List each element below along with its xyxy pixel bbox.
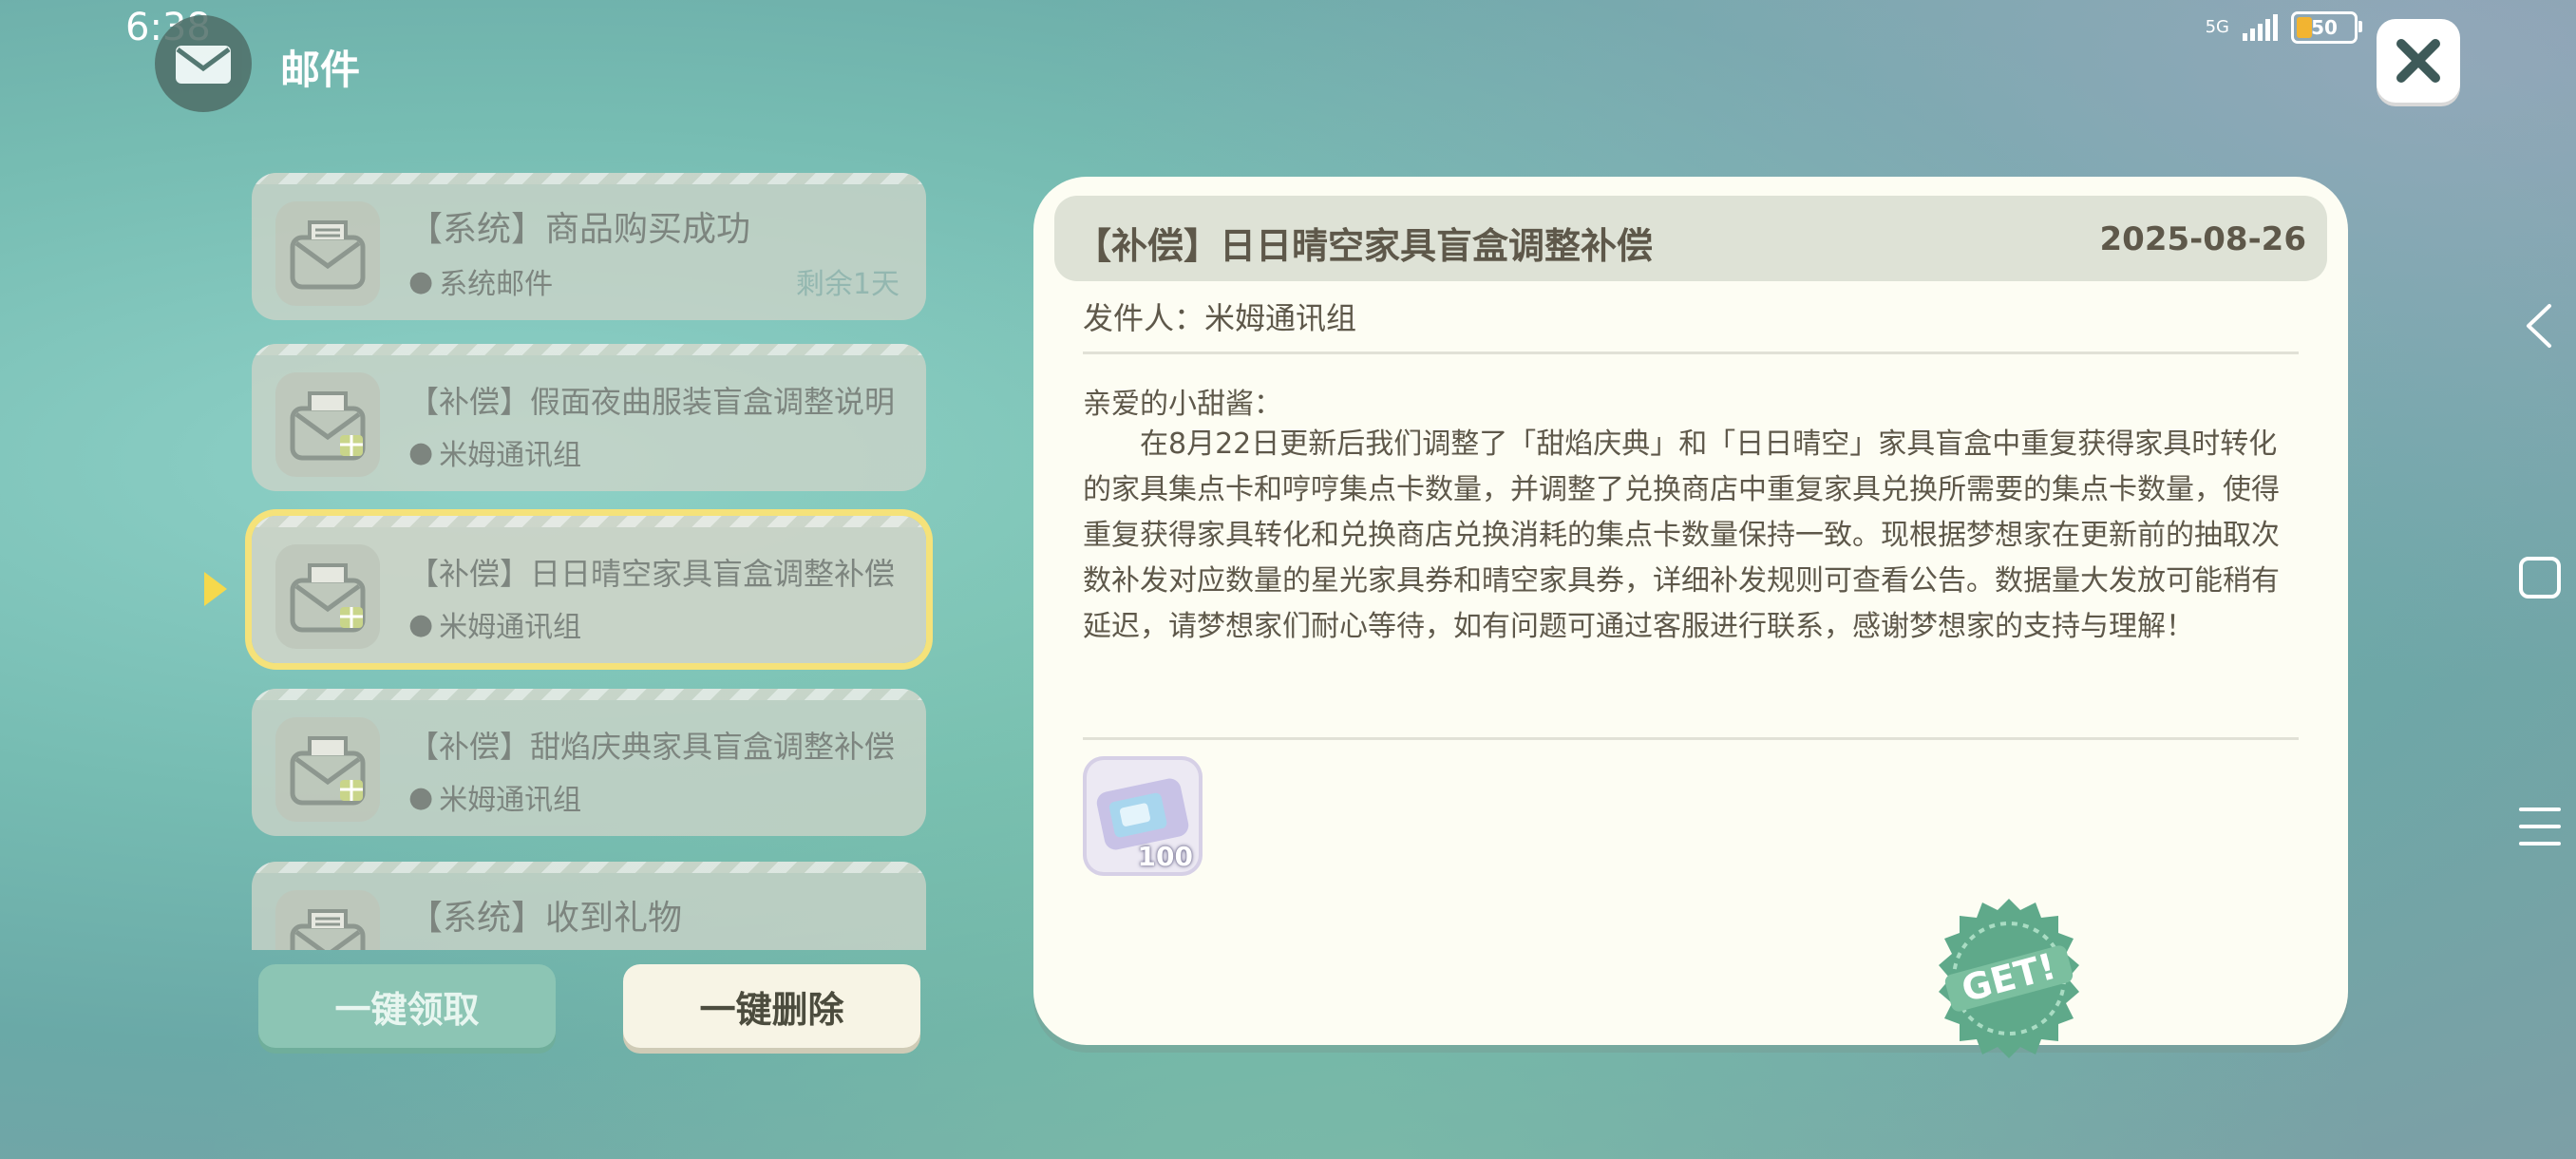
battery-level: 50	[2311, 16, 2338, 39]
mail-item-selected[interactable]: 【补偿】日日晴空家具盲盒调整补偿 ● 米姆通讯组	[252, 516, 926, 663]
mail-item-title: 【系统】商品购买成功	[408, 210, 751, 249]
status-bar-right: 5G 50	[2206, 11, 2362, 44]
close-icon	[2396, 39, 2440, 83]
selected-indicator-icon	[204, 572, 227, 606]
network-label: 5G	[2205, 17, 2229, 37]
divider	[1083, 737, 2299, 740]
network-indicator: 5G	[2206, 19, 2229, 36]
mail-item-expire: 剩余1天	[795, 268, 900, 301]
get-stamp-icon: GET!	[1923, 893, 2094, 1064]
mail-detail-header: 【补偿】日日晴空家具盲盒调整补偿 2025-08-26	[1054, 196, 2327, 281]
nav-home-icon[interactable]	[2519, 557, 2561, 598]
attachment-item[interactable]: 100	[1083, 756, 1203, 876]
mail-detail-card: 【补偿】日日晴空家具盲盒调整补偿 2025-08-26 发件人：米姆通讯组 亲爱…	[1033, 177, 2348, 1045]
mail-item-sender: ● 米姆通讯组	[408, 780, 582, 818]
envelope-icon	[275, 201, 380, 306]
signal-icon	[2243, 14, 2278, 41]
page-title: 邮件	[280, 47, 361, 93]
mail-header-icon	[155, 15, 252, 112]
mail-detail-date: 2025-08-26	[2099, 220, 2306, 258]
envelope-icon	[275, 890, 380, 950]
mail-item[interactable]: 【补偿】假面夜曲服装盲盒调整说明 ● 米姆通讯组	[252, 344, 926, 491]
mail-detail-sender: 发件人：米姆通讯组	[1083, 300, 1357, 336]
mail-item-sender: ● 系统邮件	[408, 264, 554, 302]
mail-list[interactable]: 【系统】商品购买成功 ● 系统邮件 剩余1天 【补偿】假面夜曲服装盲盒调整说明 ●…	[242, 171, 945, 950]
person-icon: ●	[408, 264, 434, 298]
mail-item[interactable]: 【系统】收到礼物	[252, 862, 926, 950]
mail-item-sender: ● 米姆通讯组	[408, 435, 582, 473]
battery-icon: 50	[2291, 11, 2362, 44]
person-icon: ●	[408, 607, 434, 641]
delete-all-button[interactable]: 一键删除	[623, 964, 920, 1048]
person-icon: ●	[408, 780, 434, 814]
envelope-gift-icon	[275, 544, 380, 649]
close-button[interactable]	[2377, 19, 2460, 103]
nav-back-icon[interactable]	[2521, 302, 2559, 350]
nav-recent-icon[interactable]	[2519, 808, 2561, 859]
mail-item-title: 【补偿】日日晴空家具盲盒调整补偿	[408, 556, 896, 592]
mail-body: 在8月22日更新后我们调整了「甜焰庆典」和「日日晴空」家具盲盒中重复获得家具时转…	[1083, 428, 2280, 643]
mail-item[interactable]: 【补偿】甜焰庆典家具盲盒调整补偿 ● 米姆通讯组	[252, 689, 926, 836]
mail-item-title: 【补偿】假面夜曲服装盲盒调整说明	[408, 384, 896, 420]
claim-all-button[interactable]: 一键领取	[258, 964, 556, 1048]
mail-item-title: 【补偿】甜焰庆典家具盲盒调整补偿	[408, 729, 896, 765]
mail-item[interactable]: 【系统】商品购买成功 ● 系统邮件 剩余1天	[252, 173, 926, 320]
attachment-quantity: 100	[1137, 841, 1193, 872]
divider	[1083, 352, 2299, 354]
envelope-gift-icon	[275, 717, 380, 822]
mail-greeting: 亲爱的小甜酱：	[1083, 388, 1282, 421]
envelope-gift-icon	[275, 372, 380, 477]
mail-item-sender: ● 米姆通讯组	[408, 607, 582, 645]
person-icon: ●	[408, 435, 434, 469]
mail-detail-title: 【补偿】日日晴空家具盲盒调整补偿	[1075, 225, 1654, 267]
mail-item-title: 【系统】收到礼物	[408, 899, 683, 938]
